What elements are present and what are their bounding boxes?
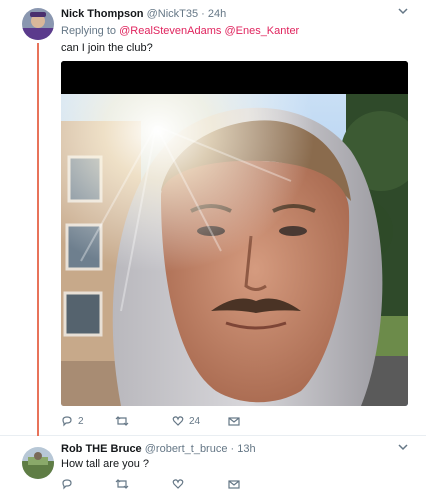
replying-to: Replying to @RealStevenAdams @Enes_Kante…: [61, 25, 299, 37]
user-handle[interactable]: @robert_t_bruce: [145, 443, 228, 455]
retweet-icon: [115, 416, 129, 426]
retweet-icon: [115, 479, 129, 489]
mention-link[interactable]: @RealStevenAdams: [119, 25, 221, 37]
tweet-header: Rob THE Bruce @robert_t_bruce · 13h: [61, 443, 256, 455]
dm-button[interactable]: [228, 478, 240, 490]
display-name[interactable]: Rob THE Bruce: [61, 443, 142, 455]
tweet-text: How tall are you ?: [61, 458, 150, 470]
avatar[interactable]: [22, 447, 54, 479]
separator: ·: [230, 443, 235, 455]
like-button[interactable]: [172, 478, 184, 490]
dm-button[interactable]: [228, 415, 240, 427]
timestamp[interactable]: 24h: [208, 8, 226, 20]
reply-button[interactable]: [61, 478, 73, 490]
tweet-card[interactable]: Nick Thompson @NickT35 · 24h Replying to…: [0, 0, 426, 439]
replying-label: Replying to: [61, 25, 117, 37]
user-handle[interactable]: @NickT35: [147, 8, 199, 20]
retweet-button[interactable]: [115, 478, 129, 490]
tweet-card[interactable]: Rob THE Bruce @robert_t_bruce · 13h How …: [0, 436, 426, 500]
selfie-photo: [61, 61, 408, 406]
like-count: 24: [189, 415, 201, 427]
timestamp[interactable]: 13h: [237, 443, 255, 455]
heart-icon: [172, 479, 184, 489]
tweet-actions: 2 24: [61, 415, 301, 431]
caret-down-icon[interactable]: [398, 7, 408, 15]
tweet-header: Nick Thompson @NickT35 · 24h: [61, 8, 226, 20]
reply-count: 2: [78, 415, 84, 427]
retweet-button[interactable]: [115, 415, 134, 427]
mail-icon: [228, 417, 240, 426]
reply-button[interactable]: 2: [61, 415, 84, 427]
thread-line: [37, 43, 39, 439]
heart-icon: [172, 416, 184, 426]
reply-icon: [62, 416, 72, 427]
mention-link[interactable]: @Enes_Kanter: [224, 25, 299, 37]
tweet-text: can I join the club?: [61, 42, 153, 54]
tweet-actions: [61, 478, 301, 494]
tweet-media[interactable]: [61, 61, 408, 406]
caret-down-icon[interactable]: [398, 443, 408, 451]
display-name[interactable]: Nick Thompson: [61, 8, 144, 20]
reply-icon: [62, 479, 72, 490]
like-button[interactable]: 24: [172, 415, 200, 427]
separator: ·: [201, 8, 205, 20]
avatar[interactable]: [22, 8, 54, 40]
mail-icon: [228, 480, 240, 489]
